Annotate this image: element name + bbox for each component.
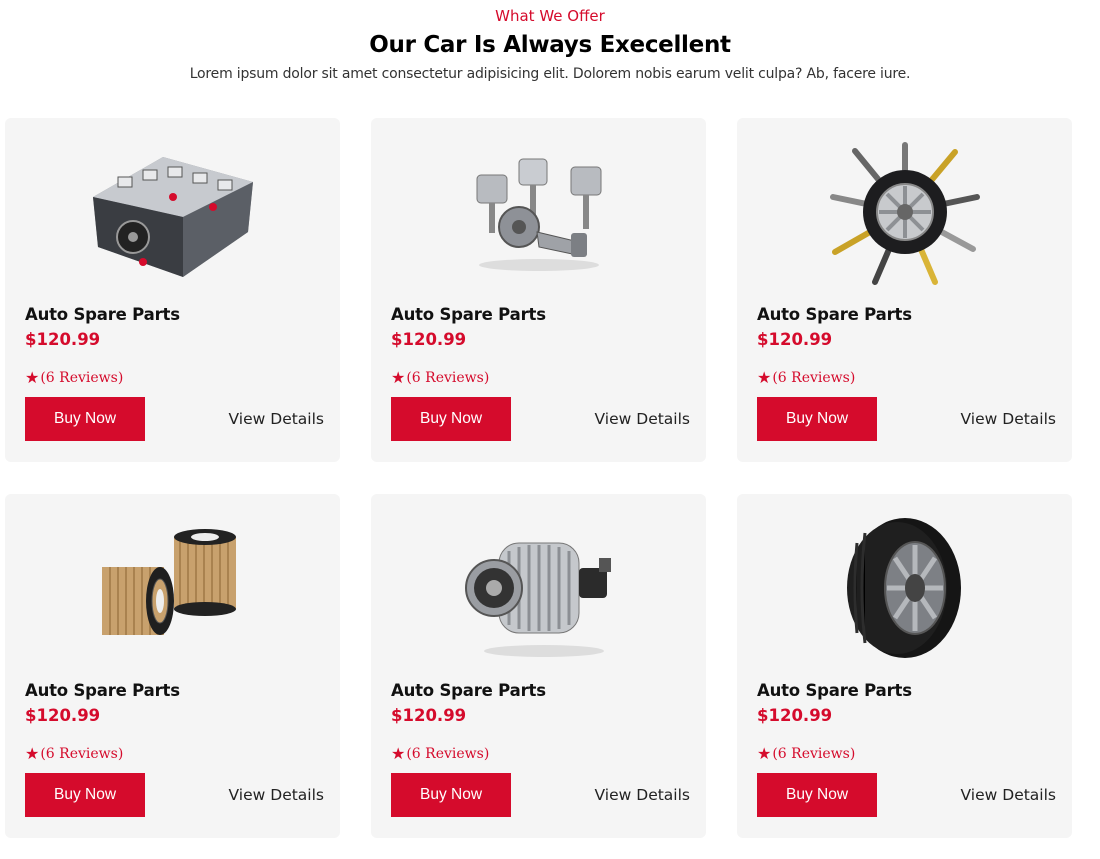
view-details-link[interactable]: View Details: [595, 786, 690, 804]
section-header: What We Offer Our Car Is Always Execelle…: [0, 0, 1100, 85]
product-card: Auto Spare Parts $120.99 ★ (6 Reviews) B…: [371, 494, 706, 838]
product-rating: ★ (6 Reviews): [757, 368, 855, 387]
view-details-link[interactable]: View Details: [595, 410, 690, 428]
product-rating: ★ (6 Reviews): [391, 744, 489, 763]
view-details-link[interactable]: View Details: [961, 786, 1056, 804]
review-count: (6 Reviews): [40, 369, 124, 386]
view-details-link[interactable]: View Details: [229, 410, 324, 428]
section-eyebrow: What We Offer: [495, 7, 605, 25]
star-icon: ★: [25, 368, 40, 387]
star-icon: ★: [391, 744, 406, 763]
product-title: Auto Spare Parts: [25, 305, 180, 324]
oil-filters-image[interactable]: [5, 508, 340, 668]
buy-now-button[interactable]: Buy Now: [757, 773, 877, 817]
product-title: Auto Spare Parts: [757, 681, 912, 700]
product-price: $120.99: [391, 330, 467, 349]
review-count: (6 Reviews): [772, 369, 856, 386]
review-count: (6 Reviews): [772, 745, 856, 762]
product-title: Auto Spare Parts: [757, 305, 912, 324]
buy-now-button[interactable]: Buy Now: [391, 773, 511, 817]
buy-now-button[interactable]: Buy Now: [391, 397, 511, 441]
pistons-crankshaft-image[interactable]: [371, 132, 706, 292]
section-subtitle: Lorem ipsum dolor sit amet consectetur a…: [189, 66, 911, 82]
product-title: Auto Spare Parts: [25, 681, 180, 700]
view-details-link[interactable]: View Details: [961, 410, 1056, 428]
star-icon: ★: [391, 368, 406, 387]
star-icon: ★: [757, 744, 772, 763]
product-price: $120.99: [391, 706, 467, 725]
product-rating: ★ (6 Reviews): [25, 744, 123, 763]
product-card: Auto Spare Parts $120.99 ★ (6 Reviews) B…: [371, 118, 706, 462]
product-card: Auto Spare Parts $120.99 ★ (6 Reviews) B…: [737, 118, 1072, 462]
product-title: Auto Spare Parts: [391, 305, 546, 324]
wheel-parts-collage-image[interactable]: [737, 132, 1072, 292]
review-count: (6 Reviews): [40, 745, 124, 762]
buy-now-button[interactable]: Buy Now: [25, 397, 145, 441]
view-details-link[interactable]: View Details: [229, 786, 324, 804]
star-icon: ★: [25, 744, 40, 763]
product-title: Auto Spare Parts: [391, 681, 546, 700]
product-price: $120.99: [757, 330, 833, 349]
product-price: $120.99: [25, 330, 101, 349]
review-count: (6 Reviews): [406, 745, 490, 762]
product-rating: ★ (6 Reviews): [25, 368, 123, 387]
product-rating: ★ (6 Reviews): [391, 368, 489, 387]
product-card: Auto Spare Parts $120.99 ★ (6 Reviews) B…: [5, 118, 340, 462]
buy-now-button[interactable]: Buy Now: [25, 773, 145, 817]
tire-wheel-image[interactable]: [737, 508, 1072, 668]
product-price: $120.99: [757, 706, 833, 725]
engine-block-image[interactable]: [5, 132, 340, 292]
alternator-image[interactable]: [371, 508, 706, 668]
product-card: Auto Spare Parts $120.99 ★ (6 Reviews) B…: [5, 494, 340, 838]
review-count: (6 Reviews): [406, 369, 490, 386]
star-icon: ★: [757, 368, 772, 387]
product-rating: ★ (6 Reviews): [757, 744, 855, 763]
product-grid: Auto Spare Parts $120.99 ★ (6 Reviews) B…: [5, 118, 1073, 838]
section-title: Our Car Is Always Execellent: [369, 32, 731, 58]
product-card: Auto Spare Parts $120.99 ★ (6 Reviews) B…: [737, 494, 1072, 838]
product-price: $120.99: [25, 706, 101, 725]
buy-now-button[interactable]: Buy Now: [757, 397, 877, 441]
